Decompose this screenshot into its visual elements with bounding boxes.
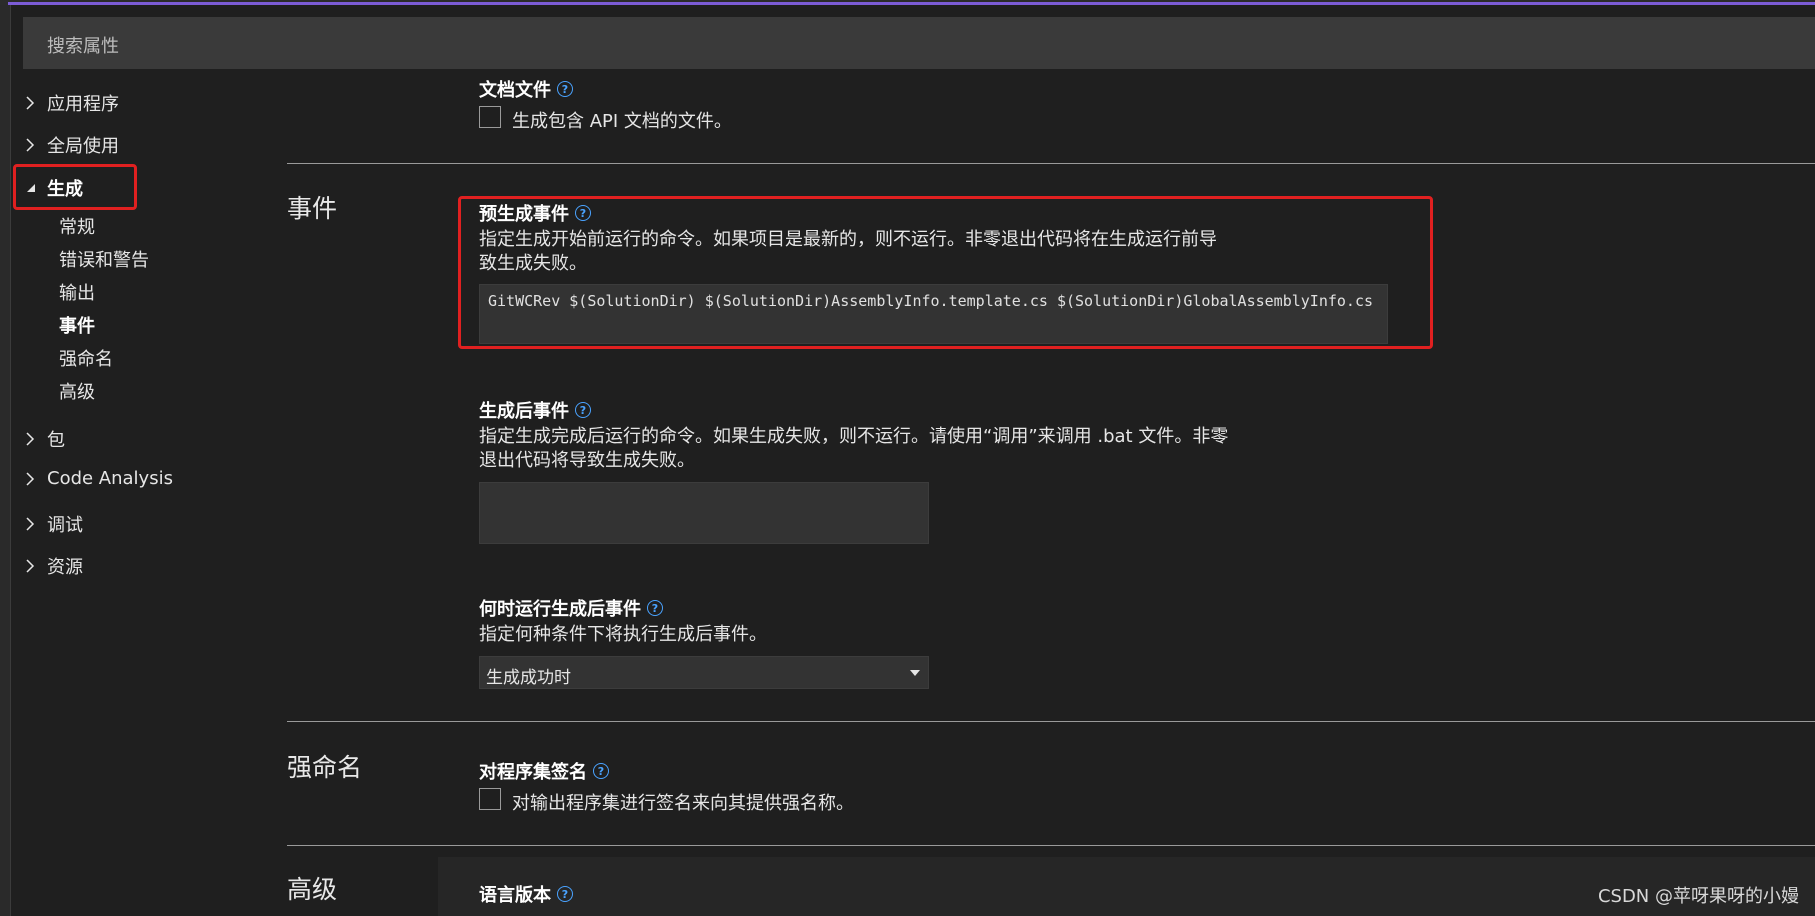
sign-assembly-title: 对程序集签名 ? [479,758,609,784]
chevron-right-icon [25,93,45,113]
post-build-desc-line2: 退出代码将导致生成失败。 [479,450,695,471]
search-properties-input[interactable]: 搜索属性 [23,17,1815,69]
post-build-description: 指定生成完成后运行的命令。如果生成失败，则不运行。请使用“调用”来调用 .bat… [479,425,1228,473]
sidebar-item-label: 资源 [47,557,83,578]
sidebar-item-application[interactable]: 应用程序 [25,90,119,116]
sign-assembly-checkbox[interactable] [479,788,501,810]
highlight-box-pre-build [458,196,1433,349]
chevron-right-icon [25,135,45,155]
section-title-advanced: 高级 [287,875,338,904]
sidebar-item-global-usings[interactable]: 全局使用 [25,132,119,158]
doc-file-title-text: 文档文件 [479,80,551,101]
section-divider [287,163,1815,164]
chevron-down-icon [910,670,920,676]
sidebar-item-label: 包 [47,430,65,451]
post-build-desc-line1: 指定生成完成后运行的命令。如果生成失败，则不运行。请使用“调用”来调用 .bat… [479,426,1229,447]
chevron-right-icon [25,429,45,449]
post-build-title: 生成后事件 ? [479,397,591,423]
sidebar-item-package[interactable]: 包 [25,426,65,452]
sign-assembly-title-text: 对程序集签名 [479,762,587,783]
post-build-title-text: 生成后事件 [479,401,569,422]
sidebar-subitem-errors-warnings[interactable]: 错误和警告 [59,246,149,272]
watermark: CSDN @苹呀果呀的小嫚 [1597,886,1799,907]
run-post-build-description: 指定何种条件下将执行生成后事件。 [479,624,767,645]
sidebar-subitem-events[interactable]: 事件 [59,312,95,338]
chevron-right-icon [25,556,45,576]
doc-file-checkbox-label: 生成包含 API 文档的文件。 [512,111,732,132]
run-post-build-select[interactable]: 生成成功时 [479,656,929,689]
sidebar-item-label: 调试 [47,515,83,536]
section-divider [287,721,1815,722]
help-icon[interactable]: ? [593,763,609,779]
sidebar-item-label: Code Analysis [47,468,173,489]
language-version-title: 语言版本 ? [479,881,573,907]
help-icon[interactable]: ? [647,600,663,616]
sidebar-item-debug[interactable]: 调试 [25,511,83,537]
sidebar-subitem-general[interactable]: 常规 [59,213,95,239]
sidebar: 应用程序 全局使用 生成 常规 错误和警告 输出 事件 强命名 高级 包 Cod… [0,0,270,916]
help-icon[interactable]: ? [557,886,573,902]
help-icon[interactable]: ? [557,81,573,97]
accent-line [8,2,1815,5]
sign-assembly-checkbox-label: 对输出程序集进行签名来向其提供强名称。 [512,793,854,814]
sidebar-item-label: 应用程序 [47,94,119,115]
section-title-events: 事件 [287,194,338,223]
post-build-command-input[interactable] [479,482,929,544]
section-title-strong-name: 强命名 [287,753,363,782]
chevron-right-icon [25,469,45,489]
sidebar-item-label: 全局使用 [47,136,119,157]
doc-file-checkbox[interactable] [479,106,501,128]
sidebar-item-resources[interactable]: 资源 [25,553,83,579]
doc-file-title: 文档文件 ? [479,76,573,102]
run-post-build-title-text: 何时运行生成后事件 [479,599,641,620]
sidebar-subitem-output[interactable]: 输出 [59,279,95,305]
help-icon[interactable]: ? [575,402,591,418]
language-version-title-text: 语言版本 [479,885,551,906]
run-post-build-title: 何时运行生成后事件 ? [479,595,663,621]
sidebar-subitem-advanced[interactable]: 高级 [59,378,95,404]
highlight-box-build [13,164,137,210]
run-post-build-selected: 生成成功时 [486,668,571,688]
sidebar-subitem-strong-naming[interactable]: 强命名 [59,345,113,371]
top-bar [0,0,1815,5]
chevron-right-icon [25,514,45,534]
sidebar-item-code-analysis[interactable]: Code Analysis [25,468,173,489]
section-divider [287,845,1815,846]
